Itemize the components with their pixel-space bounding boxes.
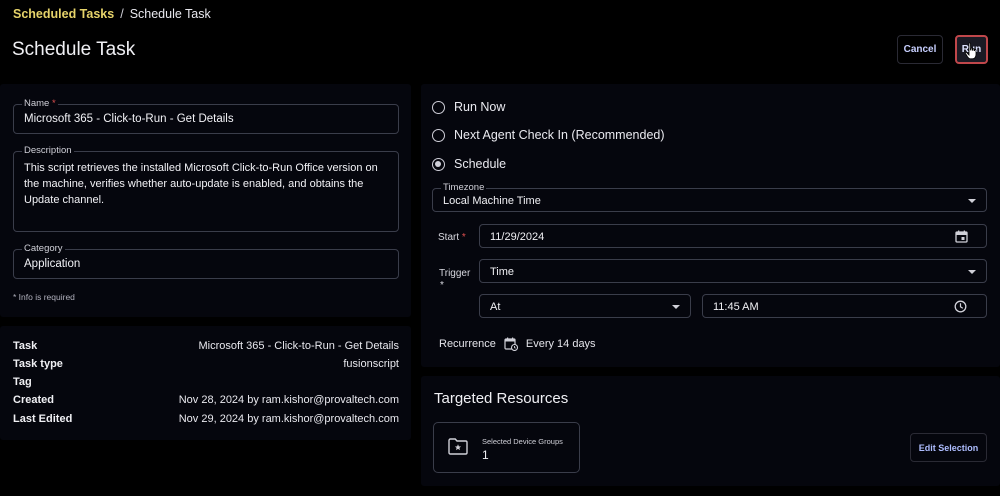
folder-star-icon [448,438,468,455]
selected-device-groups-count: 1 [482,448,489,462]
radio-button-selected[interactable] [432,157,445,171]
info-key: Tag [13,376,32,388]
edit-selection-button[interactable]: Edit Selection [910,433,987,462]
required-note: * Info is required [13,292,75,302]
trigger-value: Time [490,266,515,278]
breadcrumb-current: Schedule Task [129,7,211,21]
selected-device-groups-card[interactable]: Selected Device Groups 1 [433,422,580,473]
radio-run-now[interactable]: Run Now [432,100,505,114]
name-field[interactable]: Name * Microsoft 365 - Click-to-Run - Ge… [13,98,399,134]
start-date-value: 11/29/2024 [490,231,545,243]
info-row-task: Task Microsoft 365 - Click-to-Run - Get … [13,340,399,354]
recurrence[interactable]: Recurrence Every 14 days [439,337,596,351]
category-field-label: Category [22,243,65,255]
description-field[interactable]: Description This script retrieves the in… [13,145,399,232]
info-value: Nov 29, 2024 by ram.kishor@provaltech.co… [178,413,399,425]
hand-cursor-icon [964,42,977,60]
cancel-button[interactable]: Cancel [897,35,943,64]
radio-label: Run Now [454,100,506,114]
calendar-icon[interactable] [955,230,968,243]
timezone-value: Local Machine Time [443,195,541,207]
category-field[interactable]: Category Application [13,243,399,279]
start-label: Start * [438,232,466,243]
recurrence-value: Every 14 days [525,338,596,350]
trigger-label: Trigger [439,268,471,279]
name-field-label: Name * [22,98,58,110]
targeted-resources-title: Targeted Resources [434,390,569,407]
radio-schedule[interactable]: Schedule [432,157,506,171]
breadcrumb: Scheduled Tasks / Schedule Task [13,7,211,21]
info-key: Last Edited [13,413,73,425]
trigger-select[interactable]: Time [479,259,987,283]
dropdown-caret-icon [968,270,976,274]
dropdown-caret-icon [672,305,680,309]
calendar-repeat-icon [504,337,518,351]
page-title: Schedule Task [12,39,136,60]
clock-icon[interactable] [954,300,967,313]
selected-device-groups-label: Selected Device Groups [482,437,563,446]
radio-next-agent-check-in[interactable]: Next Agent Check In (Recommended) [432,128,665,142]
info-key: Task type [13,358,63,370]
info-value: fusionscript [343,358,399,370]
description-field-label: Description [22,145,74,157]
radio-label: Schedule [454,157,507,171]
trigger-required-mark: * [440,280,444,291]
start-date-input[interactable]: 11/29/2024 [479,224,987,248]
timezone-select[interactable]: Timezone Local Machine Time [432,182,987,212]
description-field-value: This script retrieves the installed Micr… [24,162,378,206]
time-value: 11:45 AM [713,301,759,313]
at-value: At [490,301,501,313]
radio-label: Next Agent Check In (Recommended) [454,128,665,142]
info-row-created: Created Nov 28, 2024 by ram.kishor@prova… [13,394,399,408]
breadcrumb-scheduled-tasks-link[interactable]: Scheduled Tasks [13,7,114,21]
info-row-last-edited: Last Edited Nov 29, 2024 by ram.kishor@p… [13,413,399,427]
time-input[interactable]: 11:45 AM [702,294,987,318]
at-select[interactable]: At [479,294,691,318]
name-field-value: Microsoft 365 - Click-to-Run - Get Detai… [24,113,234,125]
info-key: Task [13,340,38,352]
category-field-value: Application [24,258,81,270]
timezone-label: Timezone [441,182,487,194]
info-row-tag: Tag [13,376,399,390]
info-value: Microsoft 365 - Click-to-Run - Get Detai… [198,340,400,352]
dropdown-caret-icon [968,199,976,203]
info-key: Created [13,394,54,406]
radio-button[interactable] [432,128,445,142]
info-row-task-type: Task type fusionscript [13,358,399,372]
breadcrumb-separator: / [120,7,124,21]
info-value: Nov 28, 2024 by ram.kishor@provaltech.co… [178,394,399,406]
recurrence-label: Recurrence [439,338,496,350]
radio-button[interactable] [432,100,445,114]
